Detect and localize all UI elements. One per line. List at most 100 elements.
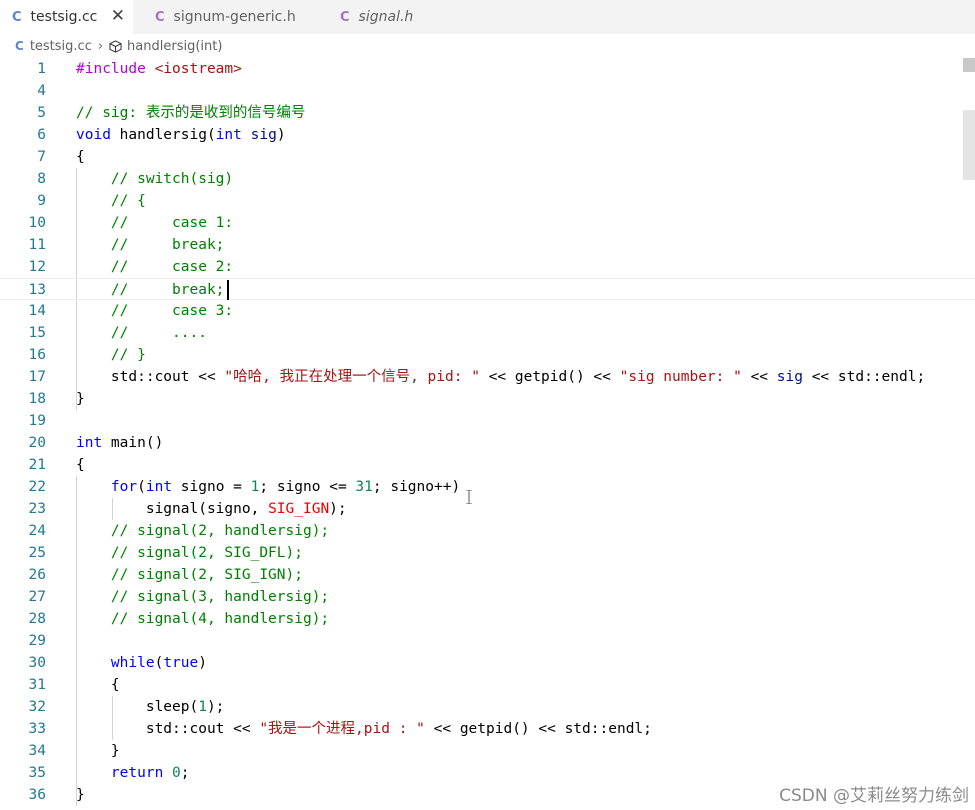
code-line[interactable]: 7{	[0, 146, 975, 168]
code-text: // break;	[76, 279, 225, 301]
tab-testsig-cc[interactable]: C testsig.cc ✕	[0, 0, 133, 34]
code-line[interactable]: 16 // }	[0, 344, 975, 366]
method-cube-icon	[109, 39, 122, 53]
code-line[interactable]: 18}	[0, 388, 975, 410]
code-line[interactable]: 5 // sig: 表示的是收到的信号编号	[0, 102, 975, 124]
code-token: main()	[102, 435, 164, 451]
code-line[interactable]: 4	[0, 80, 975, 102]
code-token: void	[76, 127, 111, 143]
code-text: // signal(2, handlersig);	[76, 520, 329, 542]
tab-signum-generic-h[interactable]: C signum-generic.h	[143, 0, 308, 34]
code-line[interactable]: 9 // {	[0, 190, 975, 212]
code-token: // sig: 表示的是收到的信号编号	[76, 105, 306, 121]
code-token: // case 2:	[76, 259, 234, 275]
code-token: // ....	[76, 325, 207, 341]
code-text: for(int signo = 1; signo <= 31; signo++)	[76, 476, 460, 498]
code-token: // switch(sig)	[76, 171, 234, 187]
code-line[interactable]: 17 std::cout << "哈哈, 我正在处理一个信号, pid: " <…	[0, 366, 975, 388]
line-number: 4	[37, 83, 46, 99]
code-token: << getpid() << std::endl;	[424, 721, 652, 737]
code-line[interactable]: 25 // signal(2, SIG_DFL);	[0, 542, 975, 564]
code-line[interactable]: 30 while(true)	[0, 652, 975, 674]
code-line[interactable]: 10 // case 1:	[0, 212, 975, 234]
code-token: int	[145, 479, 173, 495]
code-text: return 0;	[76, 762, 190, 784]
code-line[interactable]: 32 sleep(1);	[0, 696, 975, 718]
code-token: // signal(4, handlersig);	[76, 611, 330, 627]
code-token: }	[76, 391, 85, 407]
line-number: 22	[28, 479, 46, 495]
code-text: std::cout << "哈哈, 我正在处理一个信号, pid: " << g…	[76, 366, 925, 388]
line-number: 33	[28, 721, 46, 737]
code-text: }	[76, 388, 85, 410]
code-line[interactable]: 33 std::cout << "我是一个进程,pid : " << getpi…	[0, 718, 975, 740]
tab-label: testsig.cc	[30, 9, 98, 25]
code-token: SIG_IGN	[268, 501, 330, 517]
code-token: // signal(3, handlersig);	[76, 589, 330, 605]
code-editor[interactable]: 1 #include <iostream> 4 5 // sig: 表示的是收到的信号编…	[0, 58, 975, 810]
code-token: // }	[76, 347, 146, 363]
code-token: )	[276, 127, 286, 143]
code-token: "我是一个进程,pid : "	[259, 721, 425, 737]
code-line[interactable]: 28 // signal(4, handlersig);	[0, 608, 975, 630]
code-text: {	[76, 454, 85, 476]
close-icon[interactable]: ✕	[111, 6, 125, 26]
code-token: // signal(2, SIG_DFL);	[76, 545, 303, 561]
line-number: 36	[28, 787, 46, 803]
code-text: while(true)	[76, 652, 207, 674]
code-line[interactable]: 13 // break;	[0, 278, 975, 300]
code-line[interactable]: 26 // signal(2, SIG_IGN);	[0, 564, 975, 586]
code-text: }	[76, 740, 120, 762]
code-token: << getpid() <<	[479, 369, 620, 385]
line-number: 8	[37, 171, 46, 187]
code-token: ;	[180, 765, 190, 781]
code-line[interactable]: 15 // ....	[0, 322, 975, 344]
breadcrumb-symbol[interactable]: handlersig(int)	[127, 39, 222, 54]
code-text: // ....	[76, 322, 207, 344]
tab-signal-h[interactable]: C signal.h	[328, 0, 458, 34]
code-line[interactable]: 14 // case 3:	[0, 300, 975, 322]
code-token: }	[76, 743, 120, 759]
code-line[interactable]: 31 {	[0, 674, 975, 696]
code-text: {	[76, 146, 85, 168]
line-number: 10	[28, 215, 46, 231]
code-line[interactable]: 34 }	[0, 740, 975, 762]
code-token: #include	[76, 61, 155, 77]
code-text: // signal(2, SIG_DFL);	[76, 542, 303, 564]
code-token: ; signo++)	[372, 479, 461, 495]
code-line[interactable]: 1 #include <iostream>	[0, 58, 975, 80]
scrollbar-thumb[interactable]	[963, 110, 975, 180]
code-line[interactable]: 11 // break;	[0, 234, 975, 256]
code-line[interactable]: 12 // case 2:	[0, 256, 975, 278]
code-line[interactable]: 8 // switch(sig)	[0, 168, 975, 190]
line-number: 31	[28, 677, 46, 693]
code-line[interactable]: 29	[0, 630, 975, 652]
code-text: // signal(3, handlersig);	[76, 586, 329, 608]
code-token: sig	[250, 127, 277, 143]
code-token: // signal(2, SIG_IGN);	[76, 567, 303, 583]
line-number: 12	[28, 259, 46, 275]
code-line[interactable]: 24 // signal(2, handlersig);	[0, 520, 975, 542]
code-token: // case 3:	[76, 303, 234, 319]
code-line[interactable]: 21 {	[0, 454, 975, 476]
line-number: 20	[28, 435, 46, 451]
code-line[interactable]: 23 signal(signo, SIG_IGN);	[0, 498, 975, 520]
line-number: 21	[28, 457, 46, 473]
code-token: std::cout <<	[76, 721, 260, 737]
line-number: 29	[28, 633, 46, 649]
code-line[interactable]: 27 // signal(3, handlersig);	[0, 586, 975, 608]
code-line[interactable]: 19	[0, 410, 975, 432]
code-line[interactable]: 22 for(int signo = 1; signo <= 31; signo…	[0, 476, 975, 498]
code-text: {	[76, 674, 120, 696]
line-number: 14	[28, 303, 46, 319]
code-token: {	[76, 457, 85, 473]
breadcrumb-file[interactable]: testsig.cc	[30, 39, 92, 54]
code-line[interactable]: 20 int main()	[0, 432, 975, 454]
line-number: 7	[37, 149, 46, 165]
code-line[interactable]: 6 void handlersig(int sig)	[0, 124, 975, 146]
tab-label: signum-generic.h	[173, 9, 296, 25]
line-number: 30	[28, 655, 46, 671]
line-number: 24	[28, 523, 46, 539]
